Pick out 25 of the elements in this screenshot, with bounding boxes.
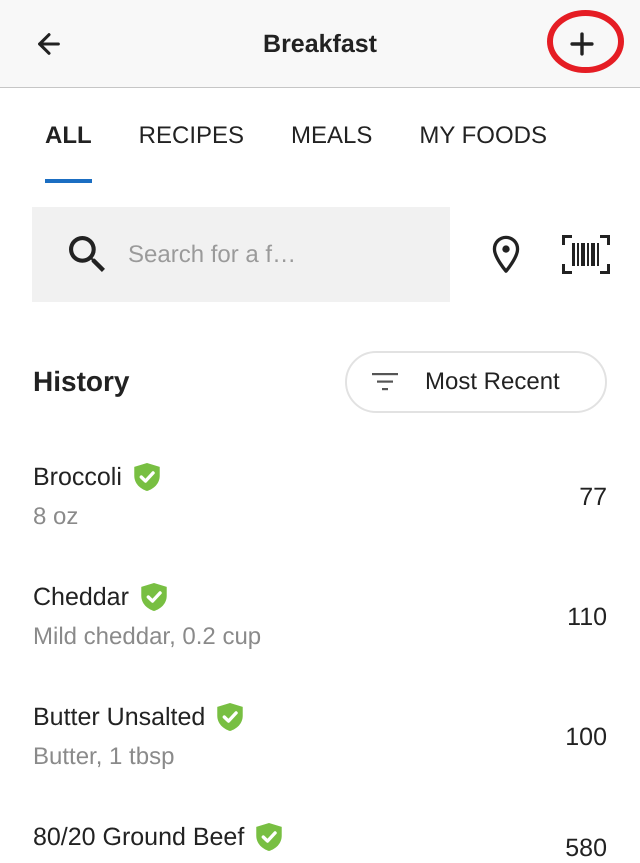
calorie-count: 110 — [567, 602, 607, 633]
search-icon — [69, 236, 105, 272]
food-name: 80/20 Ground Beef — [33, 822, 244, 853]
screen-title: Breakfast — [263, 28, 377, 60]
search-field[interactable]: Search for a f… — [32, 207, 450, 302]
food-name: Broccoli — [33, 462, 122, 493]
location-button[interactable] — [492, 234, 520, 274]
food-serving: Mild cheddar, 0.2 cup — [33, 622, 262, 652]
map-pin-icon — [492, 235, 520, 274]
tab[interactable]: RECIPES — [138, 88, 244, 183]
filter-icon — [372, 373, 398, 391]
barcode-icon — [562, 235, 610, 274]
calorie-count: 100 — [565, 722, 607, 753]
tab[interactable]: MEALS — [291, 88, 372, 183]
food-name: Butter Unsalted — [33, 702, 206, 733]
food-serving: Butter, 1 tbsp — [33, 742, 176, 772]
food-serving: 8 oz — [33, 502, 80, 532]
tab[interactable]: MY FOODS — [419, 88, 547, 183]
food-name: Cheddar — [33, 582, 129, 613]
tab[interactable]: ALL — [45, 88, 92, 183]
calorie-count: 580 — [565, 833, 607, 863]
barcode-scan-button[interactable] — [562, 234, 610, 274]
section-heading: History — [33, 365, 130, 399]
sort-button[interactable]: Most Recent — [345, 351, 607, 413]
calorie-count: 77 — [579, 482, 607, 513]
